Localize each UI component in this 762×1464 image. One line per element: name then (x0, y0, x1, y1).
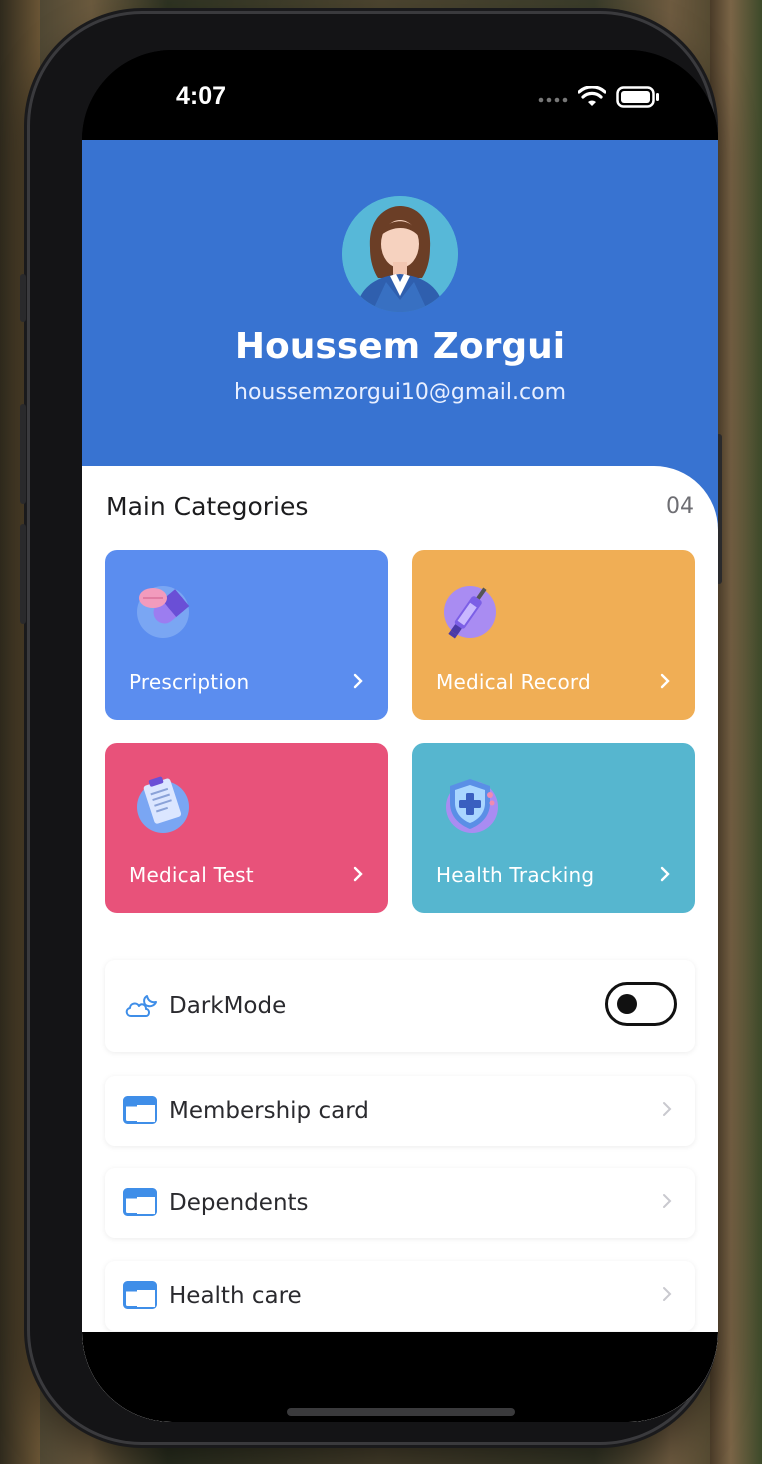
phone-side-button (20, 274, 26, 322)
user-name: Houssem Zorgui (234, 326, 566, 367)
chevron-right-icon (659, 865, 671, 888)
toggle-knob (617, 994, 637, 1014)
cloud-moon-icon (123, 992, 159, 1025)
phone-frame: 4:07 Houssem Zorgui houssemzorgui10@gmai… (20, 14, 722, 1442)
category-label: Prescription (129, 670, 250, 694)
section-count: 04 (666, 494, 694, 519)
section-title: Main Categories (106, 492, 309, 521)
clipboard-icon (133, 773, 193, 833)
row-label: Health care (169, 1283, 302, 1309)
chevron-right-icon (352, 672, 364, 695)
category-tile-medical-record[interactable]: Medical Record (412, 550, 695, 720)
avatar-woman-icon (342, 196, 458, 312)
card-icon (123, 1188, 157, 1221)
health-care-row[interactable]: Health care (105, 1261, 695, 1331)
user-email: houssemzorgui10@gmail.com (234, 380, 566, 405)
status-time: 4:07 (176, 82, 227, 110)
chevron-right-icon (659, 672, 671, 695)
home-indicator[interactable] (287, 1408, 515, 1416)
card-icon (123, 1096, 157, 1129)
category-tile-medical-test[interactable]: Medical Test (105, 743, 388, 913)
pills-icon (133, 580, 193, 640)
shield-plus-icon (440, 773, 500, 833)
category-label: Health Tracking (436, 863, 595, 887)
row-label: Membership card (169, 1098, 369, 1124)
card-icon (123, 1281, 157, 1314)
category-label: Medical Test (129, 863, 254, 887)
wifi-icon (577, 85, 607, 113)
chevron-right-icon (661, 1192, 673, 1215)
darkmode-row: DarkMode (105, 960, 695, 1052)
category-label: Medical Record (436, 670, 591, 694)
chevron-right-icon (352, 865, 364, 888)
membership-card-row[interactable]: Membership card (105, 1076, 695, 1146)
darkmode-toggle[interactable] (605, 982, 677, 1026)
status-icons (538, 85, 660, 113)
status-bar: 4:07 (82, 50, 718, 140)
avatar[interactable] (342, 196, 458, 312)
darkmode-label: DarkMode (169, 993, 287, 1019)
syringe-icon (440, 580, 500, 640)
profile-screen: Houssem Zorgui houssemzorgui10@gmail.com… (82, 140, 718, 1422)
signal-dots-icon (538, 91, 568, 109)
battery-icon (616, 86, 660, 113)
dependents-row[interactable]: Dependents (105, 1168, 695, 1238)
content-sheet: Main Categories 04 Prescription Medical … (82, 466, 718, 1422)
row-label: Dependents (169, 1190, 309, 1216)
category-tile-prescription[interactable]: Prescription (105, 550, 388, 720)
category-tile-health-tracking[interactable]: Health Tracking (412, 743, 695, 913)
phone-volume-up-button (20, 404, 26, 504)
chevron-right-icon (661, 1285, 673, 1308)
chevron-right-icon (661, 1100, 673, 1123)
phone-volume-down-button (20, 524, 26, 624)
phone-screen: 4:07 Houssem Zorgui houssemzorgui10@gmai… (82, 50, 718, 1422)
